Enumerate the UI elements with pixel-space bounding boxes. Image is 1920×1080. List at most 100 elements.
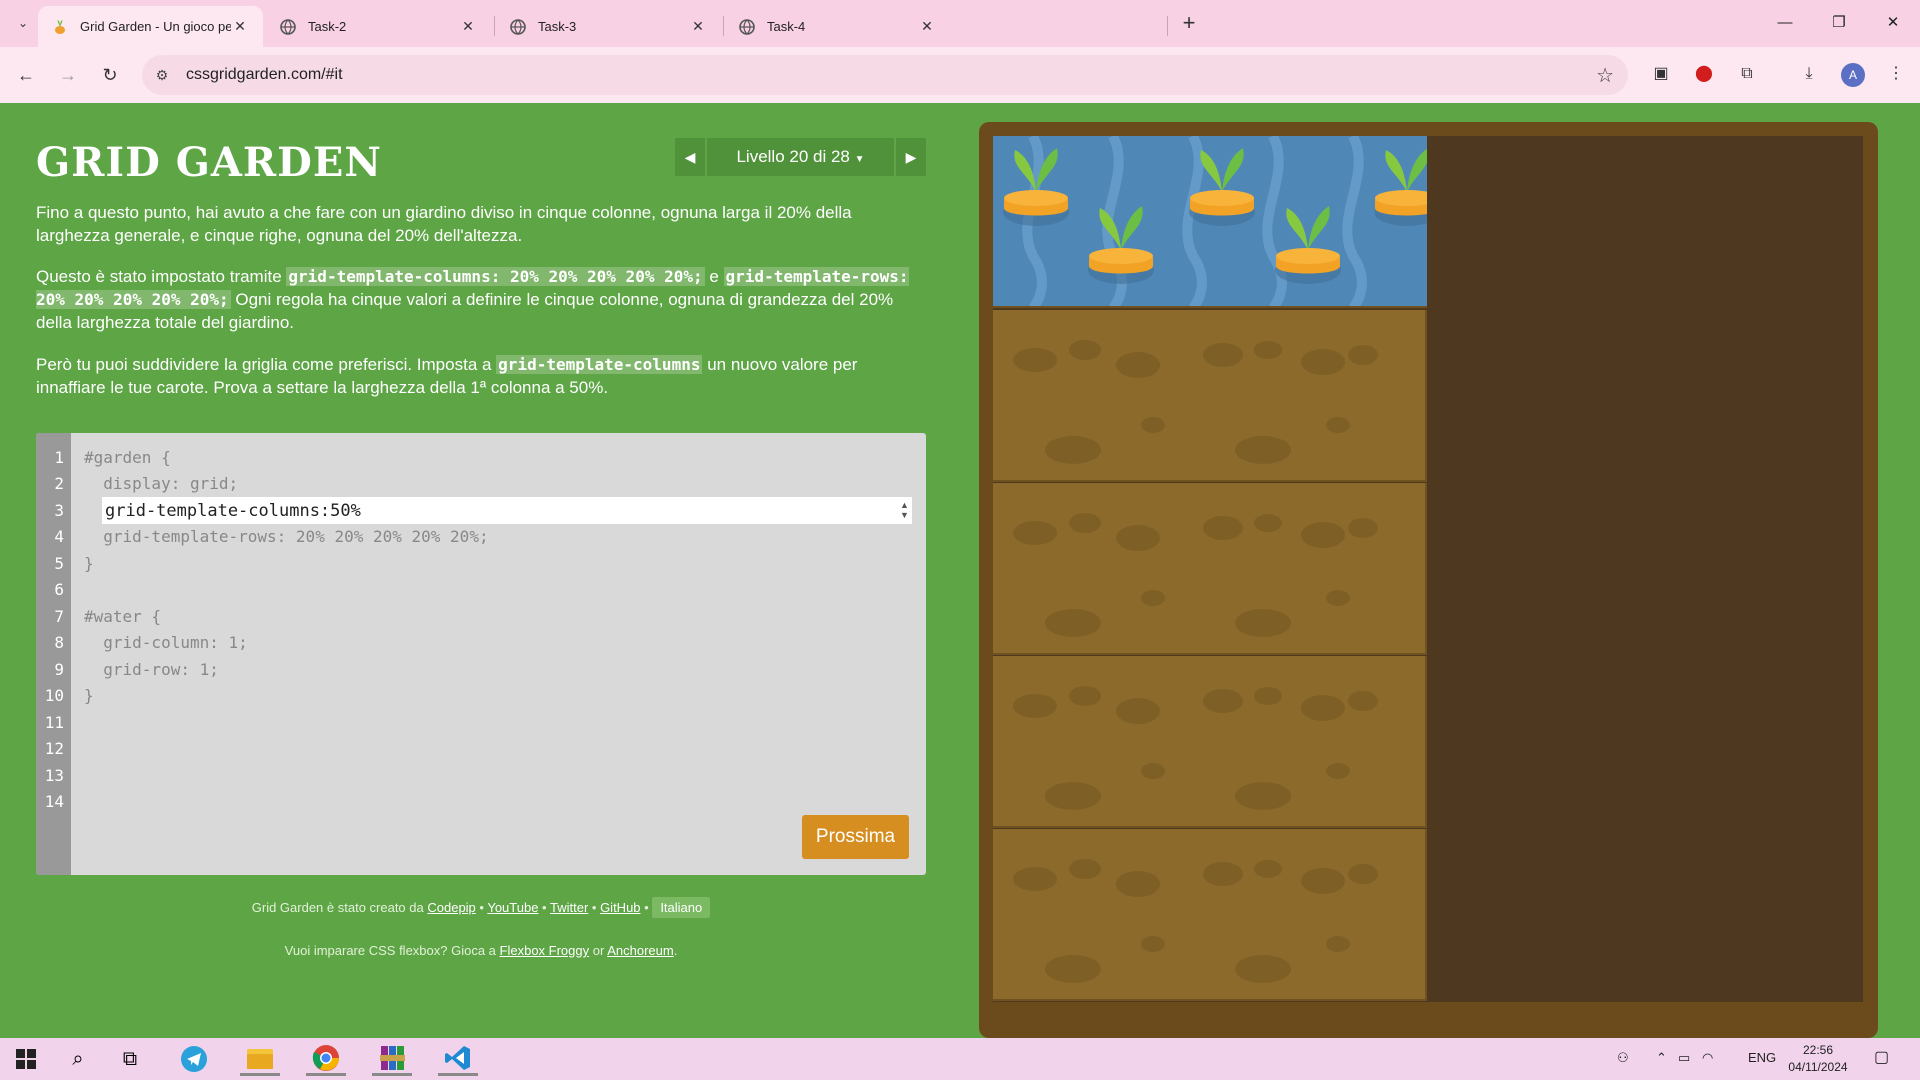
code-line: #garden { — [84, 448, 171, 467]
garden — [993, 136, 1863, 1002]
level-dropdown[interactable]: Livello 20 di 28 ▼ — [707, 138, 894, 176]
tab-separator — [723, 16, 724, 36]
code-line: #water { — [84, 607, 162, 626]
winrar-icon[interactable] — [372, 1042, 412, 1076]
code-line: grid-column: 1; — [84, 633, 248, 652]
tab-title: Task-4 — [767, 19, 806, 34]
line-number: 12 — [44, 739, 64, 758]
carrot-icon — [1275, 206, 1341, 284]
reload-icon[interactable]: ↻ — [96, 61, 124, 89]
input-spinner-icon[interactable]: ▲ ▼ — [900, 500, 909, 520]
css-code-input[interactable] — [102, 497, 912, 524]
instruction-paragraph-1: Fino a questo punto, hai avuto a che far… — [36, 203, 852, 245]
carrot-icon — [1189, 148, 1255, 226]
caret-down-icon: ▼ — [854, 154, 865, 165]
instruction-paragraph-3: Però tu puoi suddividere la griglia come… — [36, 353, 926, 399]
file-explorer-icon[interactable] — [240, 1042, 280, 1076]
line-number: 8 — [54, 633, 64, 652]
footer-promo: Vuoi imparare CSS flexbox? Gioca a Flexb… — [284, 943, 678, 958]
url-text[interactable]: cssgridgarden.com/#it — [186, 66, 343, 84]
anchoreum-link[interactable]: Anchoreum — [607, 943, 673, 958]
text: Questo è stato impostato tramite — [36, 267, 287, 286]
wifi-icon[interactable]: ◠ — [1702, 1050, 1713, 1066]
carrot-icon — [1003, 148, 1069, 226]
next-button[interactable]: Prossima — [802, 815, 909, 859]
opera-adblock-icon[interactable]: ⬤ — [1691, 61, 1717, 87]
tab-separator — [1167, 16, 1168, 36]
address-bar[interactable]: ⚙ cssgridgarden.com/#it ☆ — [142, 55, 1628, 95]
search-icon[interactable]: ⌕ — [58, 1042, 98, 1076]
battery-icon[interactable]: ▭ — [1678, 1050, 1690, 1066]
windows-start-icon[interactable] — [6, 1042, 46, 1076]
code-editor: 1 2 3 4 5 6 7 8 9 10 11 12 13 14 #garden… — [36, 433, 926, 875]
close-tab-icon[interactable]: ✕ — [459, 18, 477, 35]
twitter-link[interactable]: Twitter — [550, 900, 588, 915]
bookmark-star-icon[interactable]: ☆ — [1596, 63, 1614, 88]
credits-text: Grid Garden è stato creato da — [251, 900, 424, 915]
new-tab-plus-icon[interactable]: + — [1176, 11, 1202, 37]
language-selector[interactable]: Italiano — [652, 897, 711, 918]
line-number: 3 — [54, 501, 64, 520]
promo-text: Vuoi imparare CSS flexbox? Gioca a — [284, 943, 496, 958]
system-clock[interactable]: 22:56 04/11/2024 — [1788, 1042, 1848, 1076]
github-link[interactable]: GitHub — [600, 900, 640, 915]
tab-task-2[interactable]: Task-2 ✕ — [266, 6, 491, 47]
clock-date: 04/11/2024 — [1788, 1060, 1848, 1074]
tab-title: Task-3 — [538, 19, 577, 34]
task-view-icon[interactable]: ⧉ — [110, 1042, 150, 1076]
vscode-icon[interactable] — [438, 1042, 478, 1076]
extensions-puzzle-icon[interactable]: ⧉ — [1734, 61, 1760, 87]
footer-credits: Grid Garden è stato creato da Codepip • … — [36, 897, 926, 918]
site-settings-icon[interactable]: ⚙ — [152, 65, 172, 85]
windows-taskbar: ⌕ ⧉ ⚇ ⌃ ▭ ◠ ENG 22:56 04/11/2024 ▢ — [0, 1038, 1920, 1080]
code-line: display: grid; — [84, 474, 239, 493]
restore-icon[interactable]: ❐ — [1824, 8, 1854, 38]
flexbox-froggy-link[interactable]: Flexbox Froggy — [500, 943, 590, 958]
carrot-favicon-icon — [52, 19, 68, 35]
line-number: 10 — [44, 686, 64, 705]
tab-separator — [494, 16, 495, 36]
profile-avatar[interactable]: A — [1841, 63, 1865, 87]
input-language[interactable]: ENG — [1748, 1050, 1776, 1065]
line-number: 4 — [54, 527, 64, 546]
level-navigator: ◀ Livello 20 di 28 ▼ ▶ — [675, 138, 926, 176]
clock-time: 22:56 — [1802, 1043, 1834, 1057]
close-tab-icon[interactable]: ✕ — [918, 18, 936, 35]
previous-level-icon[interactable]: ◀ — [675, 138, 705, 176]
forward-arrow-icon[interactable]: → — [54, 61, 82, 89]
tab-bar: ⌄ Grid Garden - Un gioco per impara ✕ Ta… — [0, 0, 1920, 47]
tab-task-3[interactable]: Task-3 ✕ — [496, 6, 721, 47]
tab-task-4[interactable]: Task-4 ✕ — [725, 6, 950, 47]
dirt-texture — [1013, 340, 1378, 983]
minimize-icon[interactable]: — — [1770, 8, 1800, 38]
line-number: 7 — [54, 607, 64, 626]
tab-grid-garden[interactable]: Grid Garden - Un gioco per impara ✕ — [38, 6, 263, 47]
back-arrow-icon[interactable]: ← — [12, 61, 40, 89]
carrot-icon — [1088, 206, 1154, 284]
telegram-icon[interactable] — [174, 1042, 214, 1076]
next-level-icon[interactable]: ▶ — [896, 138, 926, 176]
tab-title: Grid Garden - Un gioco per impara — [80, 19, 231, 34]
tray-chevron-up-icon[interactable]: ⌃ — [1656, 1050, 1667, 1066]
tab-title: Task-2 — [308, 19, 347, 34]
code-line: } — [84, 554, 94, 573]
text: Però tu puoi suddividere la griglia come… — [36, 355, 497, 374]
line-number: 2 — [54, 474, 64, 493]
or-text: or — [592, 943, 605, 958]
youtube-link[interactable]: YouTube — [487, 900, 538, 915]
code-line: grid-template-rows: 20% 20% 20% 20% 20%; — [84, 527, 489, 546]
extension-icon[interactable]: ▣ — [1648, 61, 1674, 87]
text: e — [704, 267, 724, 286]
chrome-icon[interactable] — [306, 1042, 346, 1076]
codepip-link[interactable]: Codepip — [427, 900, 475, 915]
download-icon[interactable]: ⤓ — [1796, 61, 1822, 87]
tab-search-dropdown-icon[interactable]: ⌄ — [10, 10, 36, 36]
globe-icon — [280, 18, 296, 35]
people-icon[interactable]: ⚇ — [1617, 1050, 1629, 1066]
line-number: 11 — [44, 713, 64, 732]
close-tab-icon[interactable]: ✕ — [231, 18, 249, 35]
menu-kebab-icon[interactable]: ⋮ — [1883, 61, 1909, 87]
close-tab-icon[interactable]: ✕ — [689, 18, 707, 35]
notification-icon[interactable]: ▢ — [1874, 1047, 1889, 1067]
close-window-icon[interactable]: ✕ — [1878, 8, 1908, 38]
